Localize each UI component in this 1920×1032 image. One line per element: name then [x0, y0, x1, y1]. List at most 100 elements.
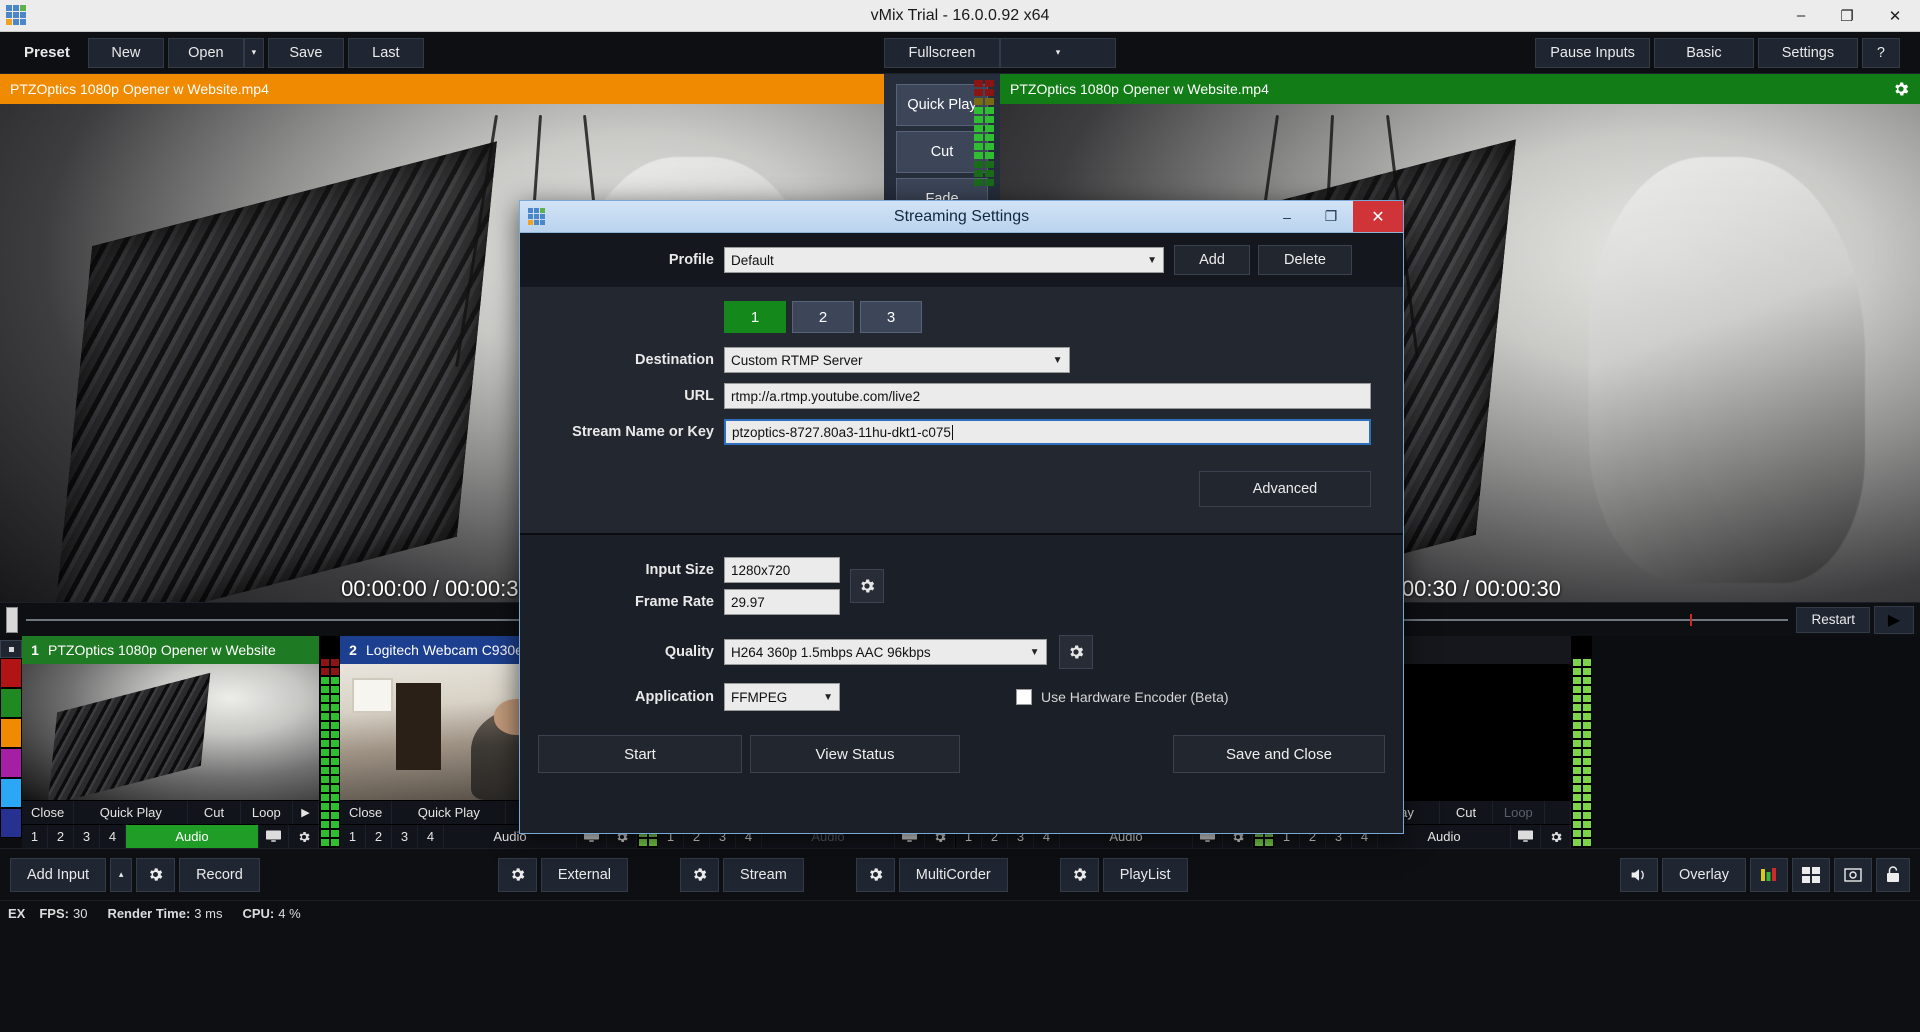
- quality-gear-icon[interactable]: [1058, 635, 1093, 669]
- dialog-minimize-button[interactable]: –: [1265, 201, 1309, 232]
- add-input-dropdown-icon[interactable]: ▴: [110, 857, 133, 892]
- lock-icon[interactable]: [1876, 857, 1910, 892]
- snapshot-icon[interactable]: [1834, 857, 1872, 892]
- input-size-value: 1280x720: [731, 562, 791, 578]
- speaker-icon[interactable]: [1620, 857, 1659, 892]
- window-minimize-button[interactable]: –: [1778, 0, 1824, 32]
- input-audio-button[interactable]: Audio: [126, 825, 259, 848]
- advanced-button[interactable]: Advanced: [1199, 471, 1371, 507]
- stream-button[interactable]: Stream: [723, 857, 804, 892]
- save-and-close-button[interactable]: Save and Close: [1173, 735, 1385, 773]
- profile-delete-button[interactable]: Delete: [1258, 245, 1352, 275]
- rail-swatch-cyan[interactable]: [0, 778, 22, 808]
- fullscreen-dropdown-icon[interactable]: ▾: [1000, 37, 1116, 68]
- input-size-input[interactable]: 1280x720: [724, 557, 840, 583]
- input-cut-button[interactable]: Cut: [188, 801, 241, 824]
- input-cut-button[interactable]: Cut: [1440, 801, 1493, 824]
- input-close-button[interactable]: Close: [22, 801, 75, 824]
- multicorder-settings-gear-icon[interactable]: [855, 857, 895, 892]
- preset-save-button[interactable]: Save: [267, 37, 344, 68]
- input-quickplay-button[interactable]: Quick Play: [392, 801, 507, 824]
- dialog-maximize-button[interactable]: ❐: [1309, 201, 1353, 232]
- preset-last-button[interactable]: Last: [347, 37, 424, 68]
- settings-button[interactable]: Settings: [1757, 37, 1858, 68]
- dialog-close-button[interactable]: ✕: [1353, 201, 1403, 232]
- stream-settings-gear-icon[interactable]: [680, 857, 720, 892]
- rail-swatch-magenta[interactable]: [0, 748, 22, 778]
- output-gear-icon[interactable]: [1892, 80, 1910, 98]
- monitor-icon[interactable]: [259, 825, 289, 848]
- video-size-gear-icon[interactable]: [850, 569, 884, 603]
- preset-open-dropdown-icon[interactable]: ▾: [243, 37, 264, 68]
- basic-button[interactable]: Basic: [1653, 37, 1754, 68]
- overlay-button-4[interactable]: 4: [100, 825, 126, 848]
- overlay-button-2[interactable]: 2: [366, 825, 392, 848]
- external-button[interactable]: External: [540, 857, 629, 892]
- audio-meters-icon[interactable]: [1750, 857, 1788, 892]
- pause-inputs-button[interactable]: Pause Inputs: [1535, 37, 1650, 68]
- preset-open-button[interactable]: Open: [167, 37, 244, 68]
- rail-handle[interactable]: [0, 640, 22, 658]
- restart-button[interactable]: Restart: [1796, 606, 1870, 633]
- record-button[interactable]: Record: [179, 857, 260, 892]
- start-stream-button[interactable]: Start: [538, 735, 742, 773]
- application-select[interactable]: FFMPEG ▼: [724, 683, 840, 711]
- channel-tab-3[interactable]: 3: [860, 301, 922, 333]
- stream-key-input[interactable]: ptzoptics-8727.80a3-11hu-dkt1-c075: [724, 419, 1371, 445]
- window-maximize-button[interactable]: ❐: [1824, 0, 1870, 32]
- input-loop-button[interactable]: Loop: [1493, 801, 1545, 824]
- rail-swatch-blue[interactable]: [0, 808, 22, 838]
- overlay-button-3[interactable]: 3: [392, 825, 418, 848]
- toolbar-right-group: Pause Inputs Basic Settings ?: [1535, 37, 1920, 68]
- dialog-footer: Start View Status Save and Close: [520, 725, 1403, 773]
- rail-swatch-green[interactable]: [0, 688, 22, 718]
- overlay-button-3[interactable]: 3: [74, 825, 100, 848]
- hardware-encoder-row[interactable]: Use Hardware Encoder (Beta): [1016, 689, 1229, 705]
- input-loop-button[interactable]: Loop: [241, 801, 293, 824]
- quality-select[interactable]: H264 360p 1.5mbps AAC 96kbps ▼: [724, 639, 1047, 665]
- gear-icon[interactable]: [289, 825, 319, 848]
- multicorder-button[interactable]: MultiCorder: [898, 857, 1008, 892]
- overlay-button-1[interactable]: 1: [22, 825, 48, 848]
- fullscreen-button[interactable]: Fullscreen: [884, 37, 1000, 68]
- frame-rate-input[interactable]: 29.97: [724, 589, 840, 615]
- input-more-button[interactable]: [1545, 801, 1571, 824]
- preview-scrub-handle[interactable]: [6, 606, 18, 633]
- playlist-button[interactable]: PlayList: [1102, 857, 1188, 892]
- destination-section: 1 2 3 Destination Custom RTMP Server ▼ U…: [520, 287, 1403, 533]
- add-input-button[interactable]: Add Input: [10, 857, 107, 892]
- window-close-button[interactable]: ✕: [1870, 0, 1920, 32]
- status-cpu-value: 4 %: [278, 906, 301, 921]
- overlay-button-2[interactable]: 2: [48, 825, 74, 848]
- help-button[interactable]: ?: [1861, 37, 1900, 68]
- profile-add-button[interactable]: Add: [1174, 245, 1250, 275]
- channel-tab-1[interactable]: 1: [724, 301, 786, 333]
- input-more-button[interactable]: ▶: [293, 801, 319, 824]
- hardware-encoder-checkbox[interactable]: [1016, 689, 1032, 705]
- monitor-icon[interactable]: [1511, 825, 1541, 848]
- input-quickplay-button[interactable]: Quick Play: [74, 801, 189, 824]
- gear-icon[interactable]: [1541, 825, 1571, 848]
- overlay-button[interactable]: Overlay: [1662, 857, 1746, 892]
- view-status-button[interactable]: View Status: [750, 735, 960, 773]
- input-tile[interactable]: 1 PTZOptics 1080p Opener w Website Close…: [22, 636, 320, 848]
- playlist-settings-gear-icon[interactable]: [1059, 857, 1099, 892]
- channel-tab-2[interactable]: 2: [792, 301, 854, 333]
- record-settings-gear-icon[interactable]: [136, 857, 176, 892]
- encoder-section: Input Size 1280x720 Frame Rate 29.97 Qua…: [520, 533, 1403, 725]
- stream-key-value: ptzoptics-8727.80a3-11hu-dkt1-c075: [732, 424, 951, 440]
- url-input[interactable]: rtmp://a.rtmp.youtube.com/live2: [724, 383, 1371, 409]
- window-title: vMix Trial - 16.0.0.92 x64: [870, 6, 1050, 24]
- input-thumbnail[interactable]: [22, 664, 319, 800]
- destination-select[interactable]: Custom RTMP Server ▼: [724, 347, 1070, 373]
- external-settings-gear-icon[interactable]: [497, 857, 537, 892]
- overlay-button-1[interactable]: 1: [340, 825, 366, 848]
- profile-select[interactable]: Default ▼: [724, 247, 1164, 273]
- rail-swatch-red[interactable]: [0, 658, 22, 688]
- play-button[interactable]: ▶: [1874, 605, 1914, 634]
- overlay-button-4[interactable]: 4: [418, 825, 444, 848]
- input-close-button[interactable]: Close: [340, 801, 393, 824]
- multiview-icon[interactable]: [1792, 857, 1830, 892]
- preset-new-button[interactable]: New: [87, 37, 164, 68]
- rail-swatch-orange[interactable]: [0, 718, 22, 748]
